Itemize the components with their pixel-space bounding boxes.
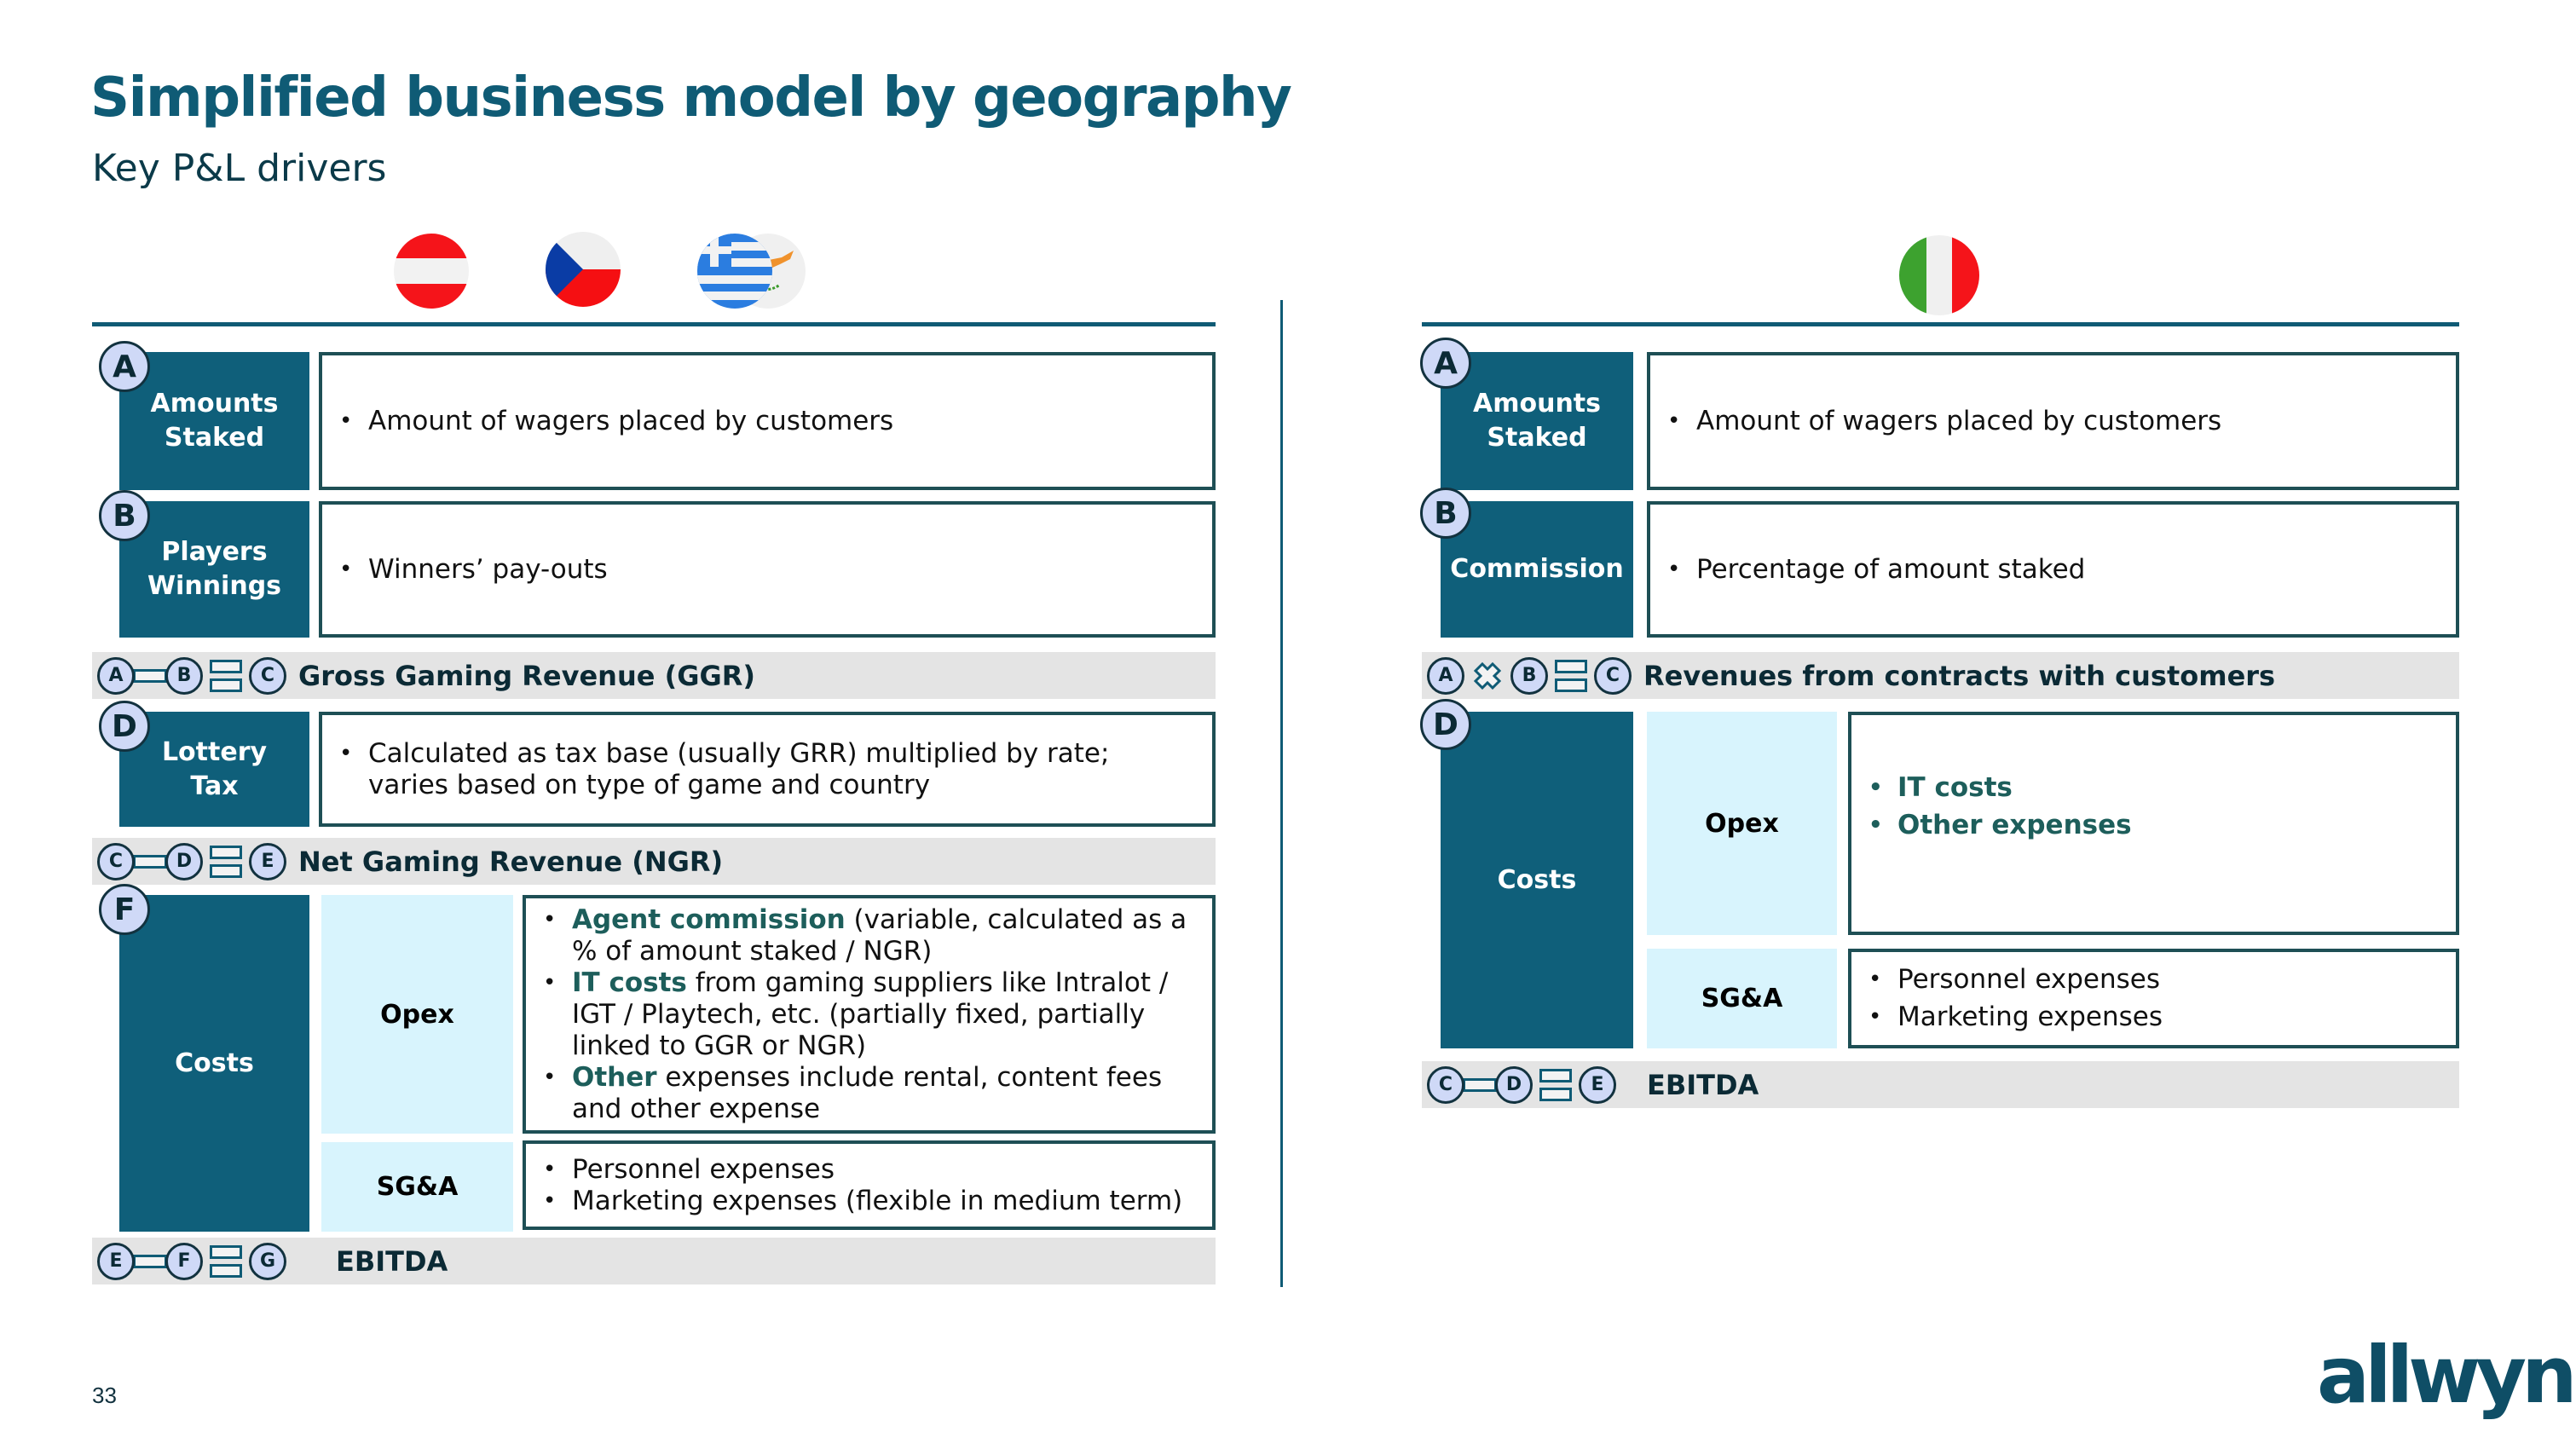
equals-icon <box>210 845 242 878</box>
bullet-text: expenses include rental, content fees an… <box>572 1061 1163 1124</box>
row-label-line2: Staked <box>1487 423 1587 453</box>
bullet-item: Percentage of amount staked <box>1667 554 2085 586</box>
operand-badge: F <box>165 1242 203 1280</box>
opex-description: IT costs Other expenses <box>1848 712 2459 935</box>
bullet-item: Amount of wagers placed by customers <box>339 406 893 437</box>
operand-badge: C <box>97 842 135 880</box>
ggr-formula-row: A B C Gross Gaming Revenue (GGR) <box>92 652 1216 699</box>
equals-icon <box>210 659 242 692</box>
row-label-line1: Amounts <box>1473 389 1601 419</box>
ebitda-label: EBITDA <box>1647 1068 1759 1101</box>
bullet-item: Winners’ pay-outs <box>339 554 608 586</box>
amounts-staked-description: Amount of wagers placed by customers <box>319 352 1216 490</box>
bullet-item: Personnel expenses <box>1868 964 2163 996</box>
right-ebitda-formula-row: C D E EBITDA <box>1422 1061 2459 1108</box>
bullet-item: Amount of wagers placed by customers <box>1667 406 2221 437</box>
operand-badge: A <box>1427 656 1464 695</box>
badge-a: A <box>99 341 150 392</box>
result-badge: C <box>249 656 286 695</box>
operand-badge: D <box>165 842 203 880</box>
operand-badge: C <box>1427 1065 1464 1104</box>
row-label-line1: Amounts <box>150 389 279 419</box>
ngr-label: Net Gaming Revenue (NGR) <box>298 845 724 878</box>
operand-badge: D <box>1495 1065 1533 1104</box>
bullet-item: Marketing expenses (flexible in medium t… <box>543 1186 1182 1217</box>
section-divider <box>1280 300 1283 1287</box>
sga-description: Personnel expenses Marketing expenses (f… <box>523 1140 1216 1230</box>
equals-icon <box>210 1244 242 1278</box>
players-winnings-description: Winners’ pay-outs <box>319 501 1216 638</box>
ngr-formula-row: C D E Net Gaming Revenue (NGR) <box>92 838 1216 885</box>
opex-box: Opex <box>1647 712 1837 935</box>
badge-a: A <box>1420 338 1471 389</box>
result-badge: E <box>249 842 286 880</box>
bullet-item: IT costs from gaming suppliers like Intr… <box>543 967 1195 1062</box>
bullet-item: Personnel expenses <box>543 1154 1182 1186</box>
bullet-highlight: Agent commission <box>572 903 846 935</box>
bullet-item: Other expenses include rental, content f… <box>543 1062 1195 1125</box>
opex-description: Agent commission (variable, calculated a… <box>523 895 1216 1134</box>
operand-badge: E <box>97 1242 135 1280</box>
equals-icon <box>1555 659 1587 692</box>
bullet-highlight: IT costs <box>572 967 687 998</box>
row-label-line1: Lottery <box>161 736 268 767</box>
row-label-line2: Tax <box>190 771 239 801</box>
sga-box: SG&A <box>321 1142 513 1232</box>
ebitda-label: EBITDA <box>336 1244 448 1278</box>
operand-badge: B <box>165 656 203 695</box>
bullet-item: IT costs <box>1868 772 2132 804</box>
row-label-line2: Staked <box>164 423 265 453</box>
badge-d: D <box>99 701 150 752</box>
row-label-line1: Players <box>161 537 268 567</box>
costs-box: Costs <box>119 895 309 1232</box>
badge-f: F <box>99 884 150 935</box>
opex-box: Opex <box>321 895 513 1134</box>
bullet-item: Calculated as tax base (usually GRR) mul… <box>339 738 1195 801</box>
equals-icon <box>1539 1068 1572 1101</box>
badge-d: D <box>1420 699 1471 750</box>
allwyn-logo: allwyn <box>2317 1330 2576 1421</box>
badge-b: B <box>99 490 150 541</box>
page-title: Simplified business model by geography <box>90 66 1292 130</box>
revenues-label: Revenues from contracts with customers <box>1643 659 2276 692</box>
left-ebitda-formula-row: E F G EBITDA <box>92 1238 1216 1284</box>
minus-icon <box>133 1254 167 1268</box>
sga-box: SG&A <box>1647 949 1837 1048</box>
minus-icon <box>1463 1077 1497 1092</box>
badge-b: B <box>1420 488 1471 539</box>
bullet-item: Other expenses <box>1868 810 2132 841</box>
result-badge: C <box>1594 656 1632 695</box>
minus-icon <box>133 668 167 683</box>
bullet-highlight: Other <box>572 1061 657 1093</box>
multiply-icon <box>1473 661 1502 690</box>
row-label-line2: Winnings <box>147 571 282 601</box>
page-number: 33 <box>92 1383 117 1408</box>
costs-box: Costs <box>1441 712 1633 1048</box>
left-section-rule <box>92 322 1216 326</box>
commission-description: Percentage of amount staked <box>1647 501 2459 638</box>
operand-badge: A <box>97 656 135 695</box>
sga-description: Personnel expenses Marketing expenses <box>1848 949 2459 1048</box>
minus-icon <box>133 854 167 869</box>
austria-flag-icon <box>394 234 469 309</box>
czech-republic-flag-icon <box>546 232 621 307</box>
bullet-item: Marketing expenses <box>1868 1002 2163 1033</box>
lottery-tax-description: Calculated as tax base (usually GRR) mul… <box>319 712 1216 827</box>
result-badge: G <box>249 1242 286 1280</box>
italy-flag-icon <box>1899 235 1979 315</box>
right-section-rule <box>1422 322 2459 326</box>
revenues-formula-row: A B C Revenues from contracts with custo… <box>1422 652 2459 699</box>
result-badge: E <box>1579 1065 1616 1104</box>
page-subtitle: Key P&L drivers <box>92 147 387 190</box>
ggr-label: Gross Gaming Revenue (GGR) <box>298 659 755 692</box>
amounts-staked-box: Amounts Staked <box>1441 352 1633 490</box>
bullet-item: Agent commission (variable, calculated a… <box>543 904 1195 967</box>
operand-badge: B <box>1510 656 1548 695</box>
amounts-staked-description: Amount of wagers placed by customers <box>1647 352 2459 490</box>
greece-flag-icon <box>697 234 772 309</box>
